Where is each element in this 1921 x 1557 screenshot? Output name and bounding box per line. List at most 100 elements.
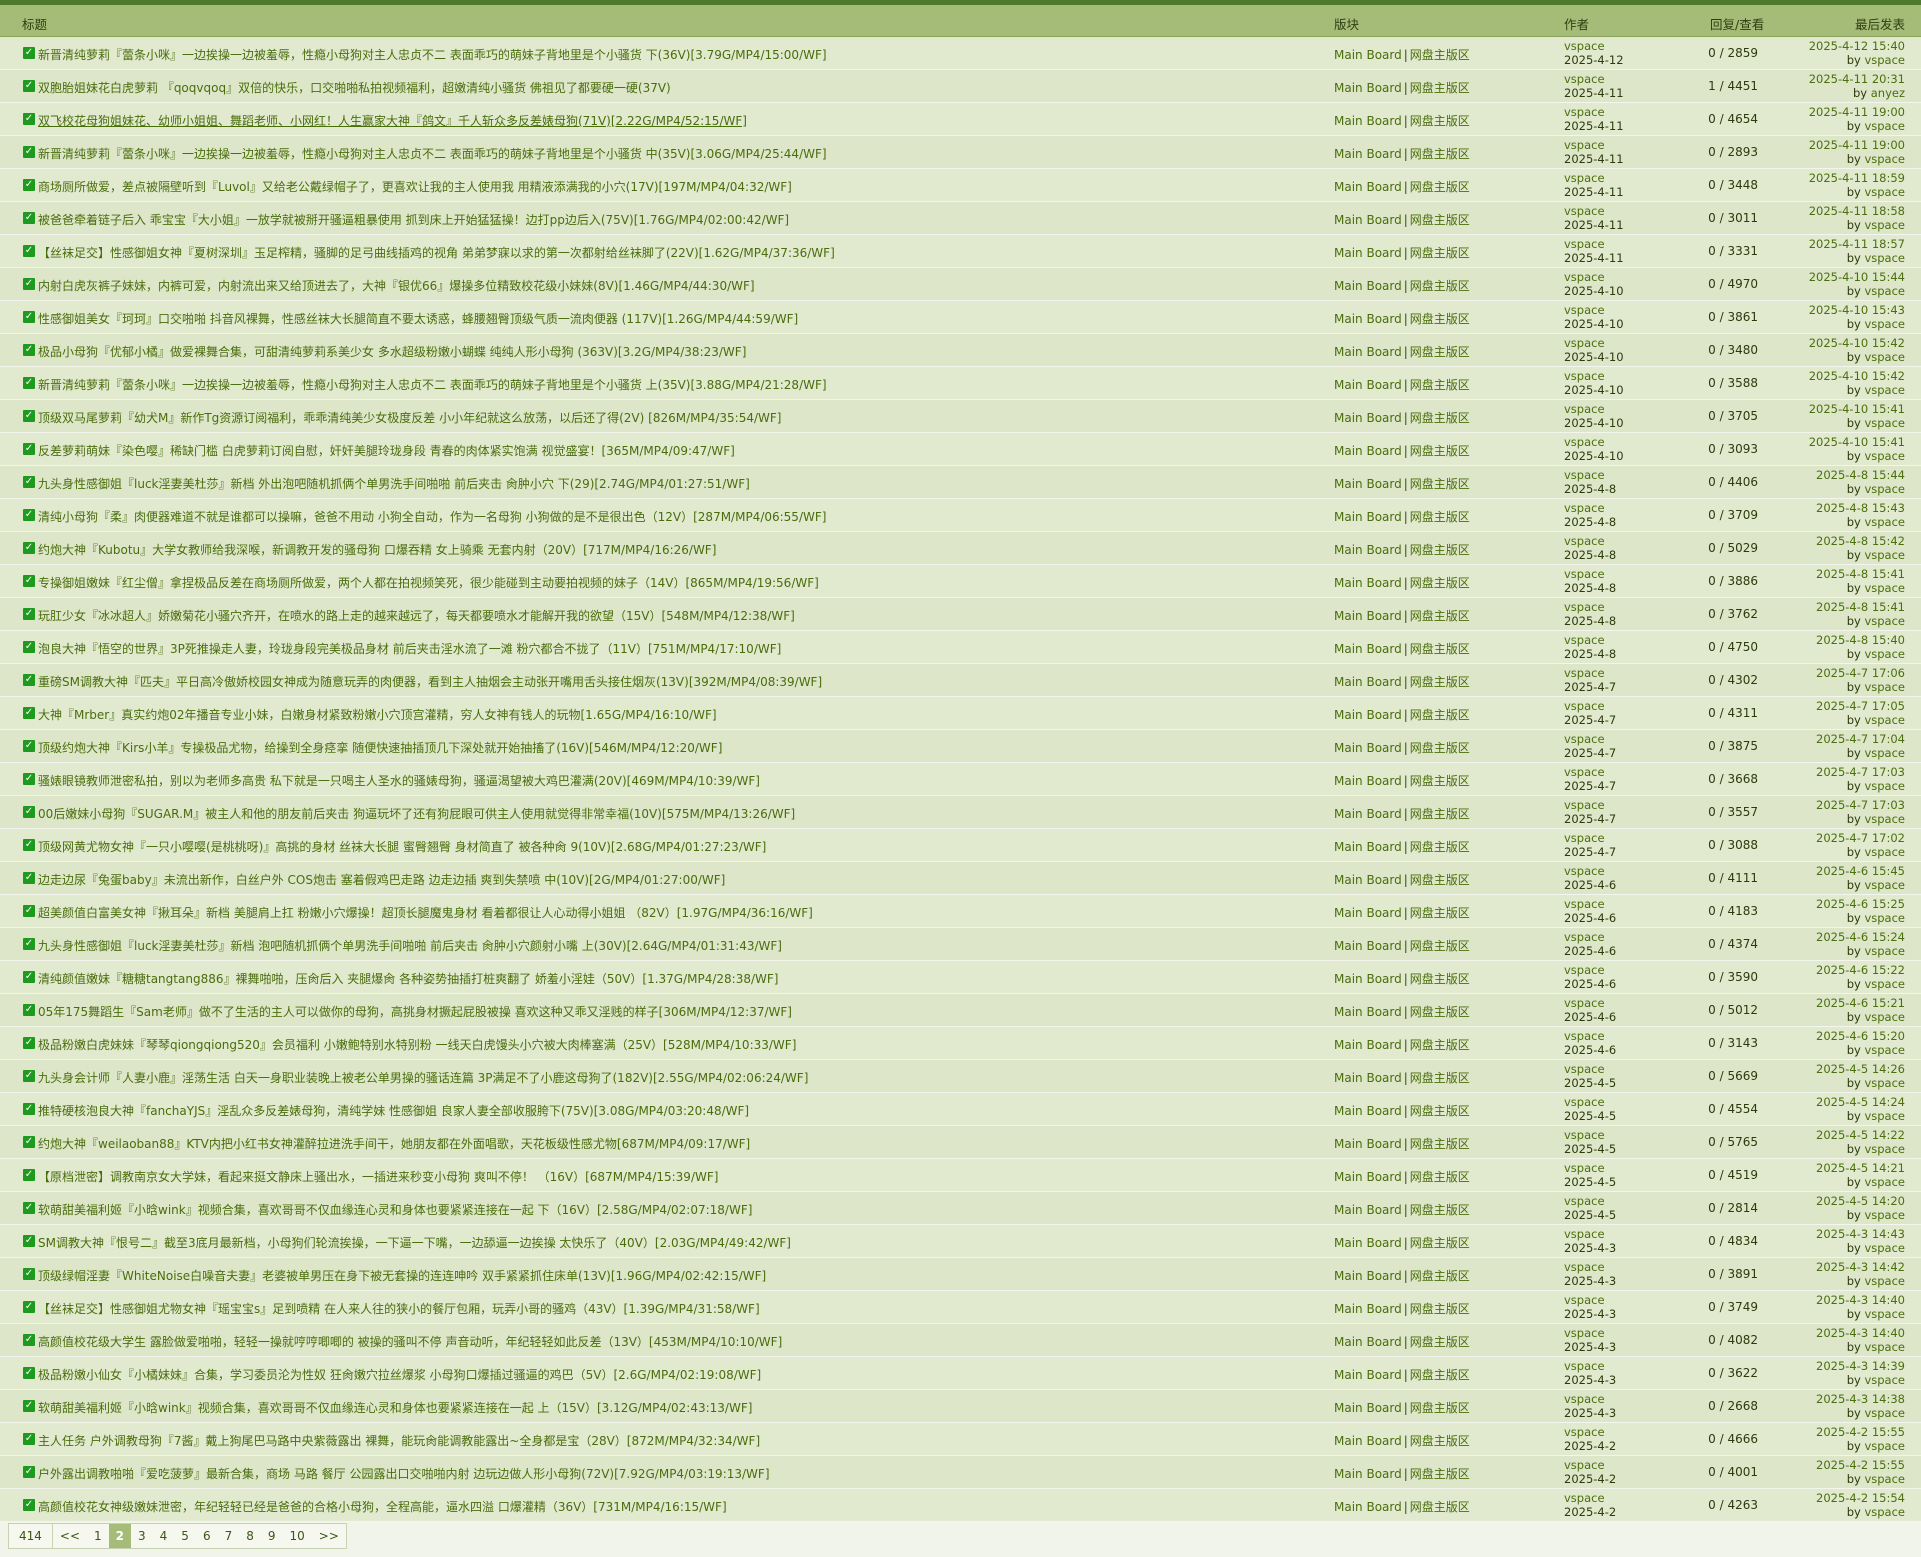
thread-title-link[interactable]: 户外露出调教啪啪『爱吃菠萝』最新合集，商场 马路 餐厅 公园露出口交啪啪内射 边…	[38, 1465, 1318, 1482]
thread-title-link[interactable]: 内射白虎灰裤子妹妹，内裤可爱，内射流出来又给顶进去了，大神『银优66』爆操多位精…	[38, 277, 1318, 294]
board-sub[interactable]: 网盘主版区	[1410, 411, 1470, 425]
last-poster-link[interactable]: vspace	[1864, 977, 1905, 991]
thread-title-link[interactable]: 软萌甜美福利姬『小晗wink』视频合集，喜欢哥哥不仅血缘连心灵和身体也要紧紧连接…	[38, 1399, 1318, 1416]
board-main[interactable]: Main Board	[1334, 939, 1402, 953]
last-poster-link[interactable]: vspace	[1864, 647, 1905, 661]
board-link[interactable]: Main Board | 网盘主版区	[1334, 376, 1470, 393]
board-link[interactable]: Main Board | 网盘主版区	[1334, 475, 1470, 492]
last-post-time[interactable]: 2025-4-8 15:42	[1816, 534, 1905, 548]
thread-title-link[interactable]: 极品粉嫩白虎妹妹『琴琴qiongqiong520』会员福利 小嫩鲍特别水特别粉 …	[38, 1036, 1318, 1053]
board-link[interactable]: Main Board | 网盘主版区	[1334, 1102, 1470, 1119]
checkbox-icon[interactable]: ✓	[23, 1301, 35, 1313]
thread-title-link[interactable]: 软萌甜美福利姬『小晗wink』视频合集，喜欢哥哥不仅血缘连心灵和身体也要紧紧连接…	[38, 1201, 1318, 1218]
checkbox-icon[interactable]: ✓	[23, 1334, 35, 1346]
thread-title-link[interactable]: 主人任务 户外调教母狗『7酱』戴上狗尾巴马路中央紫薇露出 裸舞，能玩肏能调教能露…	[38, 1432, 1318, 1449]
thread-title-link[interactable]: 大神『Mrber』真实约炮02年播音专业小妹，白嫩身材紧致粉嫩小穴顶宫灌精，穷人…	[38, 706, 1318, 723]
board-main[interactable]: Main Board	[1334, 1467, 1402, 1481]
board-sub[interactable]: 网盘主版区	[1410, 741, 1470, 755]
thread-title-link[interactable]: 九头身性感御姐『luck淫妻美杜莎』新档 外出泡吧随机抓俩个单男洗手间啪啪 前后…	[38, 475, 1318, 492]
checkbox-icon[interactable]: ✓	[23, 509, 35, 521]
author-link[interactable]: vspace	[1564, 1491, 1616, 1505]
board-main[interactable]: Main Board	[1334, 477, 1402, 491]
board-link[interactable]: Main Board | 网盘主版区	[1334, 244, 1470, 261]
thread-title-link[interactable]: 双飞校花母狗姐妹花、幼师小姐姐、舞蹈老师、小网红！人生赢家大神『鸽文』千人斩众多…	[38, 112, 1318, 129]
thread-title-link[interactable]: 顶级双马尾萝莉『幼犬M』新作Tg资源订阅福利，乖乖清纯美少女极度反差 小小年纪就…	[38, 409, 1318, 426]
board-main[interactable]: Main Board	[1334, 411, 1402, 425]
board-sub[interactable]: 网盘主版区	[1410, 939, 1470, 953]
board-main[interactable]: Main Board	[1334, 1269, 1402, 1283]
checkbox-icon[interactable]: ✓	[23, 377, 35, 389]
author-link[interactable]: vspace	[1564, 270, 1624, 284]
board-sub[interactable]: 网盘主版区	[1410, 213, 1470, 227]
board-link[interactable]: Main Board | 网盘主版区	[1334, 442, 1470, 459]
board-sub[interactable]: 网盘主版区	[1410, 444, 1470, 458]
board-sub[interactable]: 网盘主版区	[1410, 1269, 1470, 1283]
board-link[interactable]: Main Board | 网盘主版区	[1334, 904, 1470, 921]
board-sub[interactable]: 网盘主版区	[1410, 1038, 1470, 1052]
board-link[interactable]: Main Board | 网盘主版区	[1334, 1234, 1470, 1251]
board-main[interactable]: Main Board	[1334, 873, 1402, 887]
thread-title-link[interactable]: 约炮大神『weilaoban88』KTV内把小红书女神灌醉拉进洗手间干，她朋友都…	[38, 1135, 1318, 1152]
last-post-time[interactable]: 2025-4-8 15:40	[1816, 633, 1905, 647]
last-post-time[interactable]: 2025-4-11 18:57	[1809, 237, 1905, 251]
board-link[interactable]: Main Board | 网盘主版区	[1334, 871, 1470, 888]
author-link[interactable]: vspace	[1564, 699, 1616, 713]
last-poster-link[interactable]: vspace	[1864, 383, 1905, 397]
last-post-time[interactable]: 2025-4-6 15:22	[1816, 963, 1905, 977]
author-link[interactable]: vspace	[1564, 402, 1624, 416]
board-sub[interactable]: 网盘主版区	[1410, 972, 1470, 986]
thread-title-link[interactable]: 05年175舞蹈生『Sam老师』做不了生活的主人可以做你的母狗，高挑身材撅起屁股…	[38, 1003, 1318, 1020]
last-poster-link[interactable]: vspace	[1864, 53, 1905, 67]
board-link[interactable]: Main Board | 网盘主版区	[1334, 541, 1470, 558]
last-post-time[interactable]: 2025-4-2 15:55	[1816, 1458, 1905, 1472]
board-sub[interactable]: 网盘主版区	[1410, 774, 1470, 788]
board-sub[interactable]: 网盘主版区	[1410, 312, 1470, 326]
last-post-time[interactable]: 2025-4-8 15:43	[1816, 501, 1905, 515]
thread-title-link[interactable]: 双胞胎姐妹花白虎萝莉 『qoqvqoq』双倍的快乐，口交啪啪私拍视频福利，超嫩清…	[38, 79, 1318, 96]
checkbox-icon[interactable]: ✓	[23, 410, 35, 422]
board-sub[interactable]: 网盘主版区	[1410, 708, 1470, 722]
checkbox-icon[interactable]: ✓	[23, 1235, 35, 1247]
checkbox-icon[interactable]: ✓	[23, 1169, 35, 1181]
last-post-time[interactable]: 2025-4-12 15:40	[1809, 39, 1905, 53]
board-link[interactable]: Main Board | 网盘主版区	[1334, 79, 1470, 96]
pagination-page[interactable]: 5	[174, 1524, 196, 1548]
author-link[interactable]: vspace	[1564, 468, 1616, 482]
board-link[interactable]: Main Board | 网盘主版区	[1334, 739, 1470, 756]
pagination-prev[interactable]: <<	[53, 1524, 87, 1548]
thread-title-link[interactable]: 推特硬核泡良大神『fanchaYJS』淫乱众多反差婊母狗，清纯学妹 性感御姐 良…	[38, 1102, 1318, 1119]
board-sub[interactable]: 网盘主版区	[1410, 840, 1470, 854]
board-sub[interactable]: 网盘主版区	[1410, 279, 1470, 293]
author-link[interactable]: vspace	[1564, 171, 1624, 185]
author-link[interactable]: vspace	[1564, 501, 1616, 515]
board-link[interactable]: Main Board | 网盘主版区	[1334, 673, 1470, 690]
last-poster-link[interactable]: vspace	[1864, 119, 1905, 133]
board-main[interactable]: Main Board	[1334, 444, 1402, 458]
last-poster-link[interactable]: vspace	[1864, 944, 1905, 958]
board-sub[interactable]: 网盘主版区	[1410, 1104, 1470, 1118]
author-link[interactable]: vspace	[1564, 369, 1624, 383]
checkbox-icon[interactable]: ✓	[23, 938, 35, 950]
board-main[interactable]: Main Board	[1334, 378, 1402, 392]
checkbox-icon[interactable]: ✓	[23, 773, 35, 785]
author-link[interactable]: vspace	[1564, 765, 1616, 779]
thread-title-link[interactable]: 新晋清纯萝莉『蕾条小咪』一边挨操一边被羞辱，性瘾小母狗对主人忠贞不二 表面乖巧的…	[38, 46, 1318, 63]
board-sub[interactable]: 网盘主版区	[1410, 1335, 1470, 1349]
checkbox-icon[interactable]: ✓	[23, 542, 35, 554]
author-link[interactable]: vspace	[1564, 1161, 1616, 1175]
last-poster-link[interactable]: vspace	[1864, 1076, 1905, 1090]
last-post-time[interactable]: 2025-4-8 15:41	[1816, 600, 1905, 614]
thread-title-link[interactable]: 泡良大神『悟空的世界』3P死推操走人妻，玲珑身段完美极品身材 前后夹击淫水流了一…	[38, 640, 1318, 657]
last-post-time[interactable]: 2025-4-11 18:59	[1809, 171, 1905, 185]
author-link[interactable]: vspace	[1564, 105, 1624, 119]
last-poster-link[interactable]: vspace	[1864, 1505, 1905, 1519]
board-link[interactable]: Main Board | 网盘主版区	[1334, 1201, 1470, 1218]
last-poster-link[interactable]: vspace	[1864, 1472, 1905, 1486]
author-link[interactable]: vspace	[1564, 237, 1624, 251]
thread-title-link[interactable]: 清纯小母狗『柔』肉便器难道不就是谁都可以操嘛，爸爸不用动 小狗全自动，作为一名母…	[38, 508, 1318, 525]
checkbox-icon[interactable]: ✓	[23, 47, 35, 59]
last-post-time[interactable]: 2025-4-11 19:00	[1809, 105, 1905, 119]
checkbox-icon[interactable]: ✓	[23, 905, 35, 917]
author-link[interactable]: vspace	[1564, 1062, 1616, 1076]
board-sub[interactable]: 网盘主版区	[1410, 345, 1470, 359]
